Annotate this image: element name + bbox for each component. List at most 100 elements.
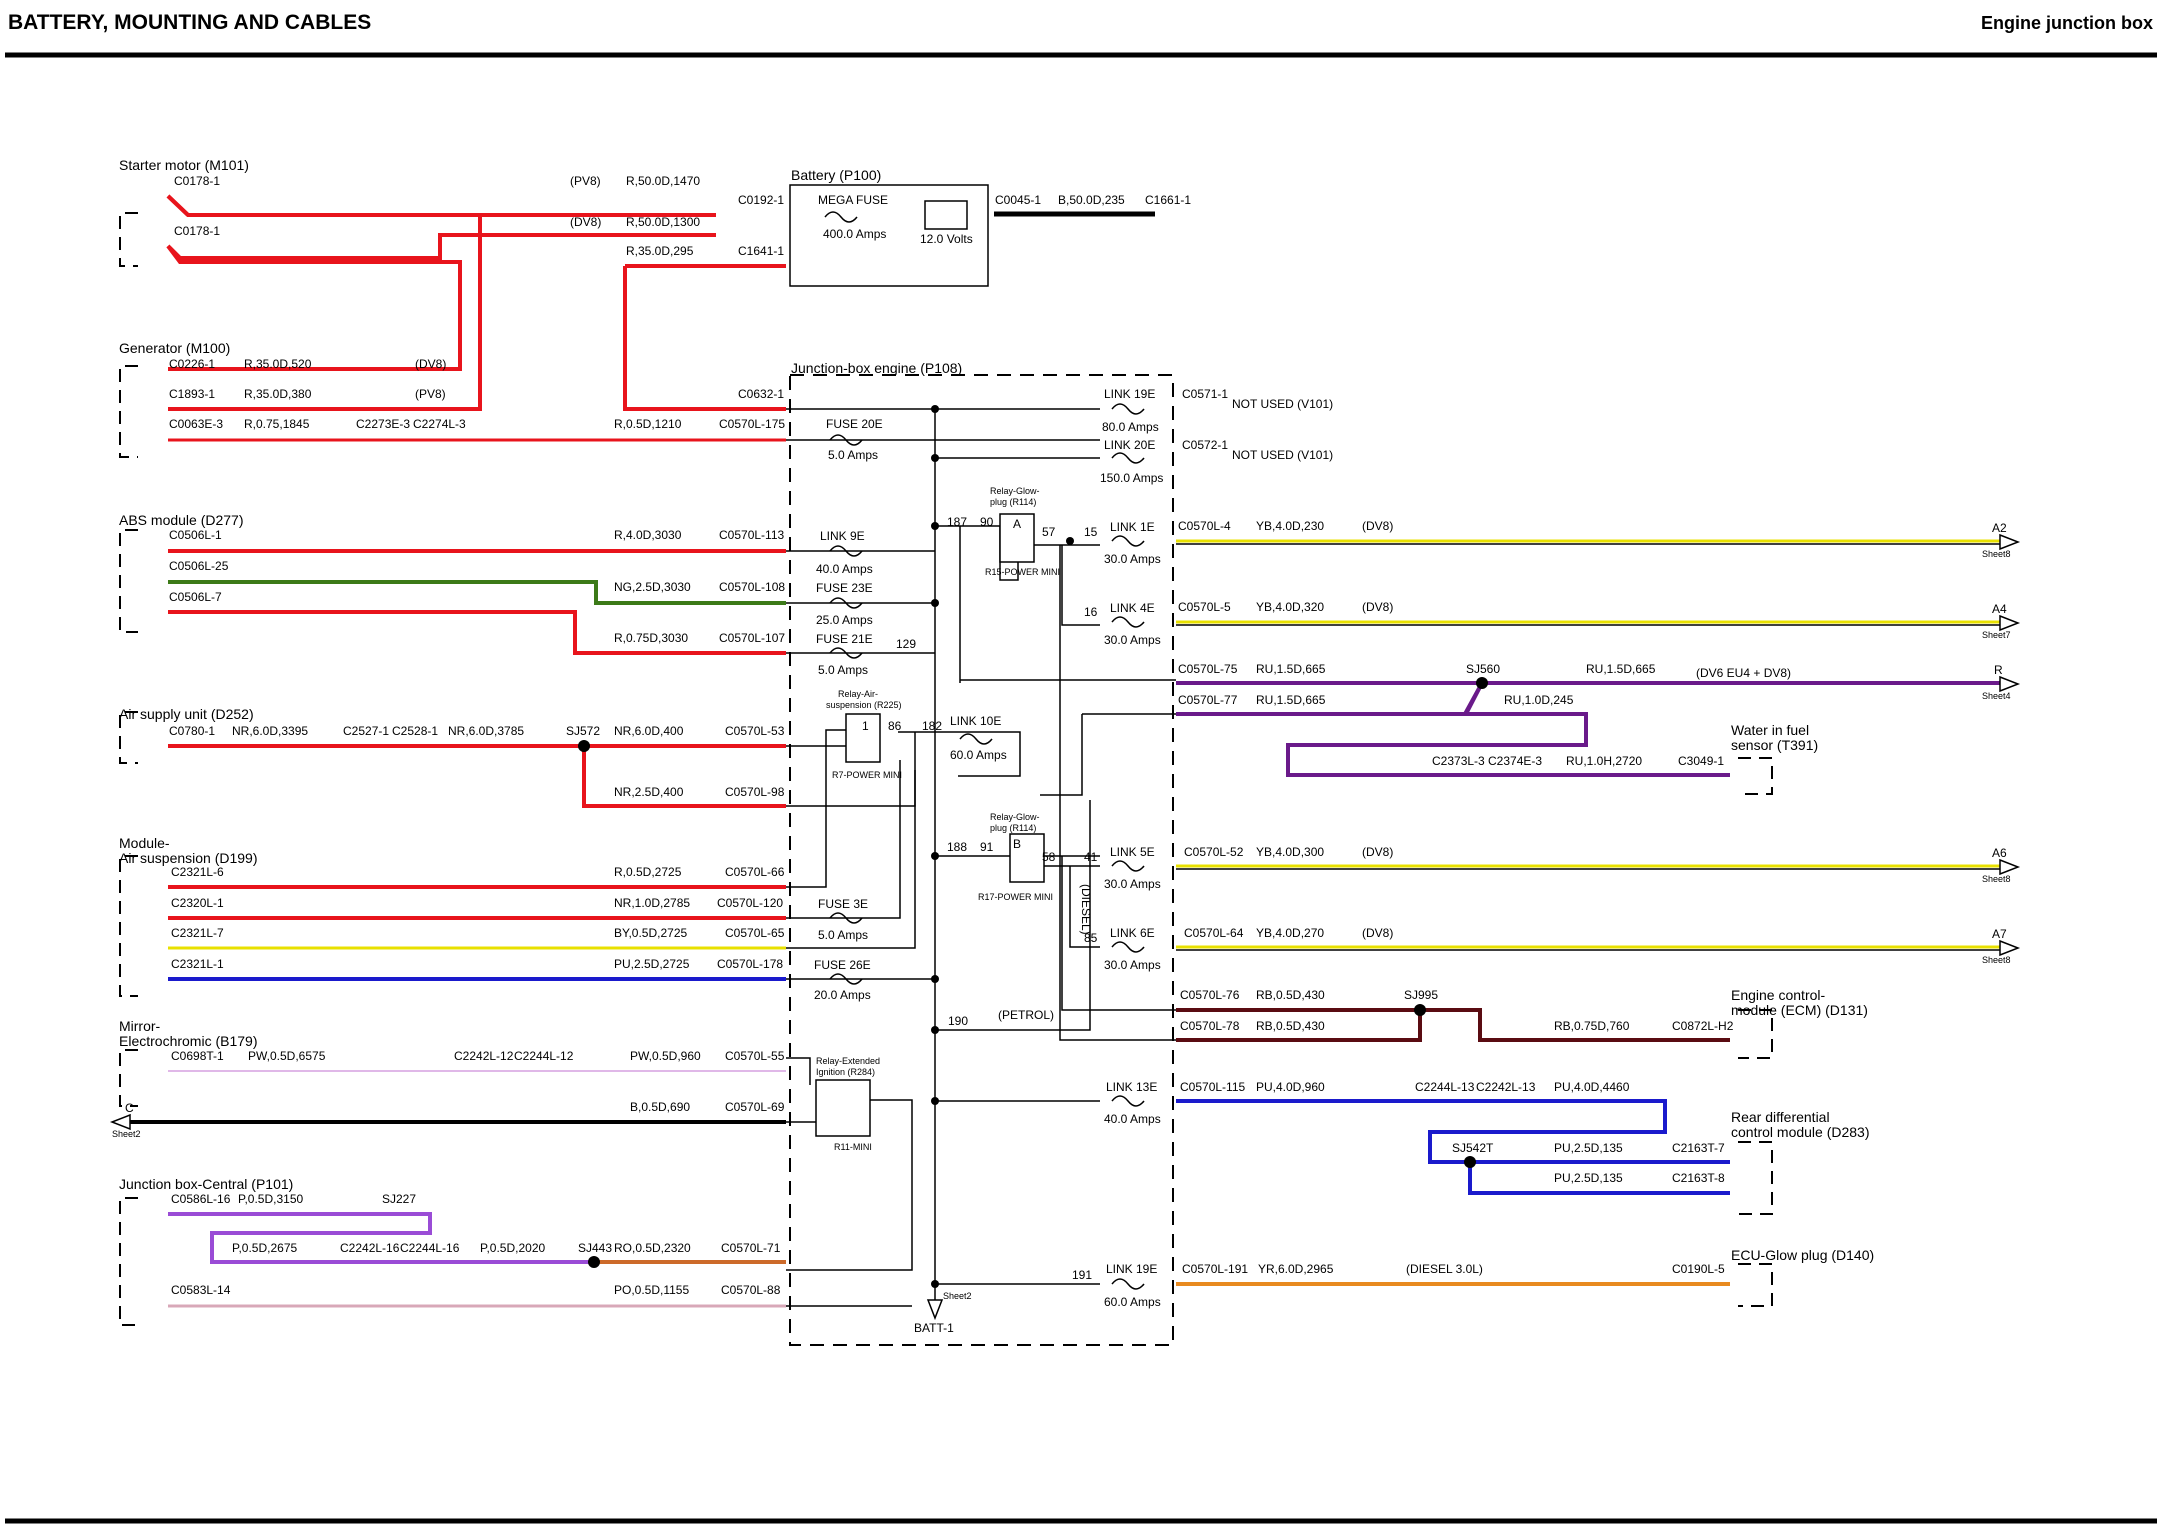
variant-pv8-b: (PV8) [415,387,446,401]
wirespec-w19: NR,6.0D,3395 [232,724,308,738]
conn-c2244l-13: C2244L-13 [1415,1080,1475,1094]
wirespec-w40: P,0.5D,2675 [232,1241,297,1255]
splice-sj572-dot [578,740,590,752]
conn-c2242l-13: C2242L-13 [1476,1080,1536,1094]
wirespec-w26: PU,2.5D,2725 [614,957,690,971]
relay-ign-symbol [815,1079,871,1137]
offpage-a7: A7 [1992,927,2007,941]
link10e-symbol [959,733,993,745]
label-air-supply: Air supply unit (D252) [119,706,254,722]
conn-c0570-175: C0570L-175 [719,417,785,431]
label-jb-central: Junction box-Central (P101) [119,1176,293,1192]
battery-cell-symbol [924,200,968,230]
link19e-b-symbol [1111,1278,1145,1290]
wirespec-w18: RU,1.0H,2720 [1566,754,1642,768]
link6e-symbol [1111,941,1145,953]
variant-dv6: (DV6 EU4 + DV8) [1696,666,1791,680]
node-90: 90 [980,515,994,529]
label-module-air-2: Air suspension (D199) [119,850,258,866]
conn-c0570-88: C0570L-88 [721,1283,781,1297]
conn-c1661: C1661-1 [1145,193,1191,207]
label-ecu-glow: ECU-Glow plug (D140) [1731,1247,1874,1263]
offpage-sheet8c: Sheet8 [1982,955,2011,965]
wirespec-w27: YB,4.0D,300 [1256,845,1324,859]
conn-c0570-53: C0570L-53 [725,724,785,738]
node-58: 58 [1042,850,1056,864]
label-relay-air-2: suspension (R225) [826,700,902,710]
offpage-sheet7: Sheet7 [1982,630,2011,640]
label-not-used-b: NOT USED (V101) [1232,448,1333,462]
offpage-a2: A2 [1992,521,2007,535]
node-182: 182 [922,719,942,733]
conn-c0570-4: C0570L-4 [1178,519,1231,533]
right-component-brackets [1738,757,1773,1307]
label-generator: Generator (M100) [119,340,230,356]
conn-c2242l-16: C2242L-16 [340,1241,400,1255]
label-rdiff-2: control module (D283) [1731,1124,1870,1140]
node-16: 16 [1084,605,1098,619]
junction-dot-5 [931,852,939,860]
wirespec-w25: BY,0.5D,2725 [614,926,687,940]
conn-c0570-5: C0570L-5 [1178,600,1231,614]
link5e-symbol [1111,860,1145,872]
splice-sj560-dot [1476,677,1488,689]
fuse-link4e-rating: 30.0 Amps [1104,633,1161,647]
conn-c0192: C0192-1 [738,193,784,207]
conn-c0586: C0586L-16 [171,1192,231,1206]
label-module-air-1: Module- [119,835,170,851]
conn-c2274l: C2274L-3 [413,417,466,431]
arrow-a7-icon [1999,939,2021,957]
fuse-link1e-name: LINK 1E [1110,520,1155,534]
conn-c0570-77: C0570L-77 [1178,693,1238,707]
conn-c0045: C0045-1 [995,193,1041,207]
splice-sj560-label: SJ560 [1466,662,1500,676]
wirespec-w2: R,50.0D,1300 [626,215,700,229]
node-187: 187 [947,515,967,529]
splice-sj995-dot [1414,1004,1426,1016]
wire-group-main [130,194,2010,1308]
wirespec-w4: B,50.0D,235 [1058,193,1125,207]
conn-c0506-7: C0506L-7 [169,590,222,604]
label-relay-air-type: R7-POWER MINI [832,770,902,780]
wirespec-w32: PW,0.5D,6575 [248,1049,326,1063]
wirespec-w23: R,0.5D,2725 [614,865,682,879]
wire-spec-labels: R,50.0D,1470 R,50.0D,1300 R,35.0D,295 B,… [232,174,1656,1297]
conn-c0178-1a: C0178-1 [174,174,220,188]
label-relay-ign-type: R11-MINI [834,1142,872,1152]
offpage-sheet8b: Sheet8 [1982,874,2011,884]
fuse-link19e-b-rating: 60.0 Amps [1104,1295,1161,1309]
wirespec-w10: NG,2.5D,3030 [614,580,691,594]
label-relay-ign-1: Relay-Extended [816,1056,880,1066]
fuse-link6e-rating: 30.0 Amps [1104,958,1161,972]
junction-dot-8 [931,1097,939,1105]
wirespec-w36: PU,4.0D,4460 [1554,1080,1630,1094]
conn-c0570-107: C0570L-107 [719,631,785,645]
junction-dot-1 [931,405,939,413]
label-mirror-2: Electrochromic (B179) [119,1033,258,1049]
fuse-fuse20e-name: FUSE 20E [826,417,883,431]
conn-c0570-113: C0570L-113 [719,528,784,542]
splice-sj227-label: SJ227 [382,1192,416,1206]
splice-sj995-label: SJ995 [1404,988,1438,1002]
conn-c1893: C1893-1 [169,387,215,401]
offpage-a6: A6 [1992,846,2007,860]
wire-starter-pv8 [166,194,716,217]
node-191: 191 [1072,1268,1092,1282]
wirespec-w16: RU,1.5D,665 [1256,693,1326,707]
fuse-link19e-a-name: LINK 19E [1104,387,1155,401]
junction-box-internal-wiring [786,408,1176,1310]
wirespec-w24: NR,1.0D,2785 [614,896,690,910]
arrow-a6-icon [1999,858,2021,876]
label-relay-glow-b-type: R17-POWER MINI [978,892,1053,902]
label-jbox: Junction-box engine (P108) [791,360,962,376]
conn-c0780: C0780-1 [169,724,215,738]
wirespec-w28: YB,4.0D,270 [1256,926,1324,940]
junction-dot-4 [931,599,939,607]
wirespec-w7: R,0.75,1845 [244,417,310,431]
label-water-2: sensor (T391) [1731,737,1818,753]
fuse-fuse21e-rating: 5.0 Amps [818,663,868,677]
wirespec-w43: PO,0.5D,1155 [614,1283,689,1297]
arrow-r-icon [1999,675,2021,693]
junction-dot-3 [931,522,939,530]
wirespec-w33: PW,0.5D,960 [630,1049,701,1063]
